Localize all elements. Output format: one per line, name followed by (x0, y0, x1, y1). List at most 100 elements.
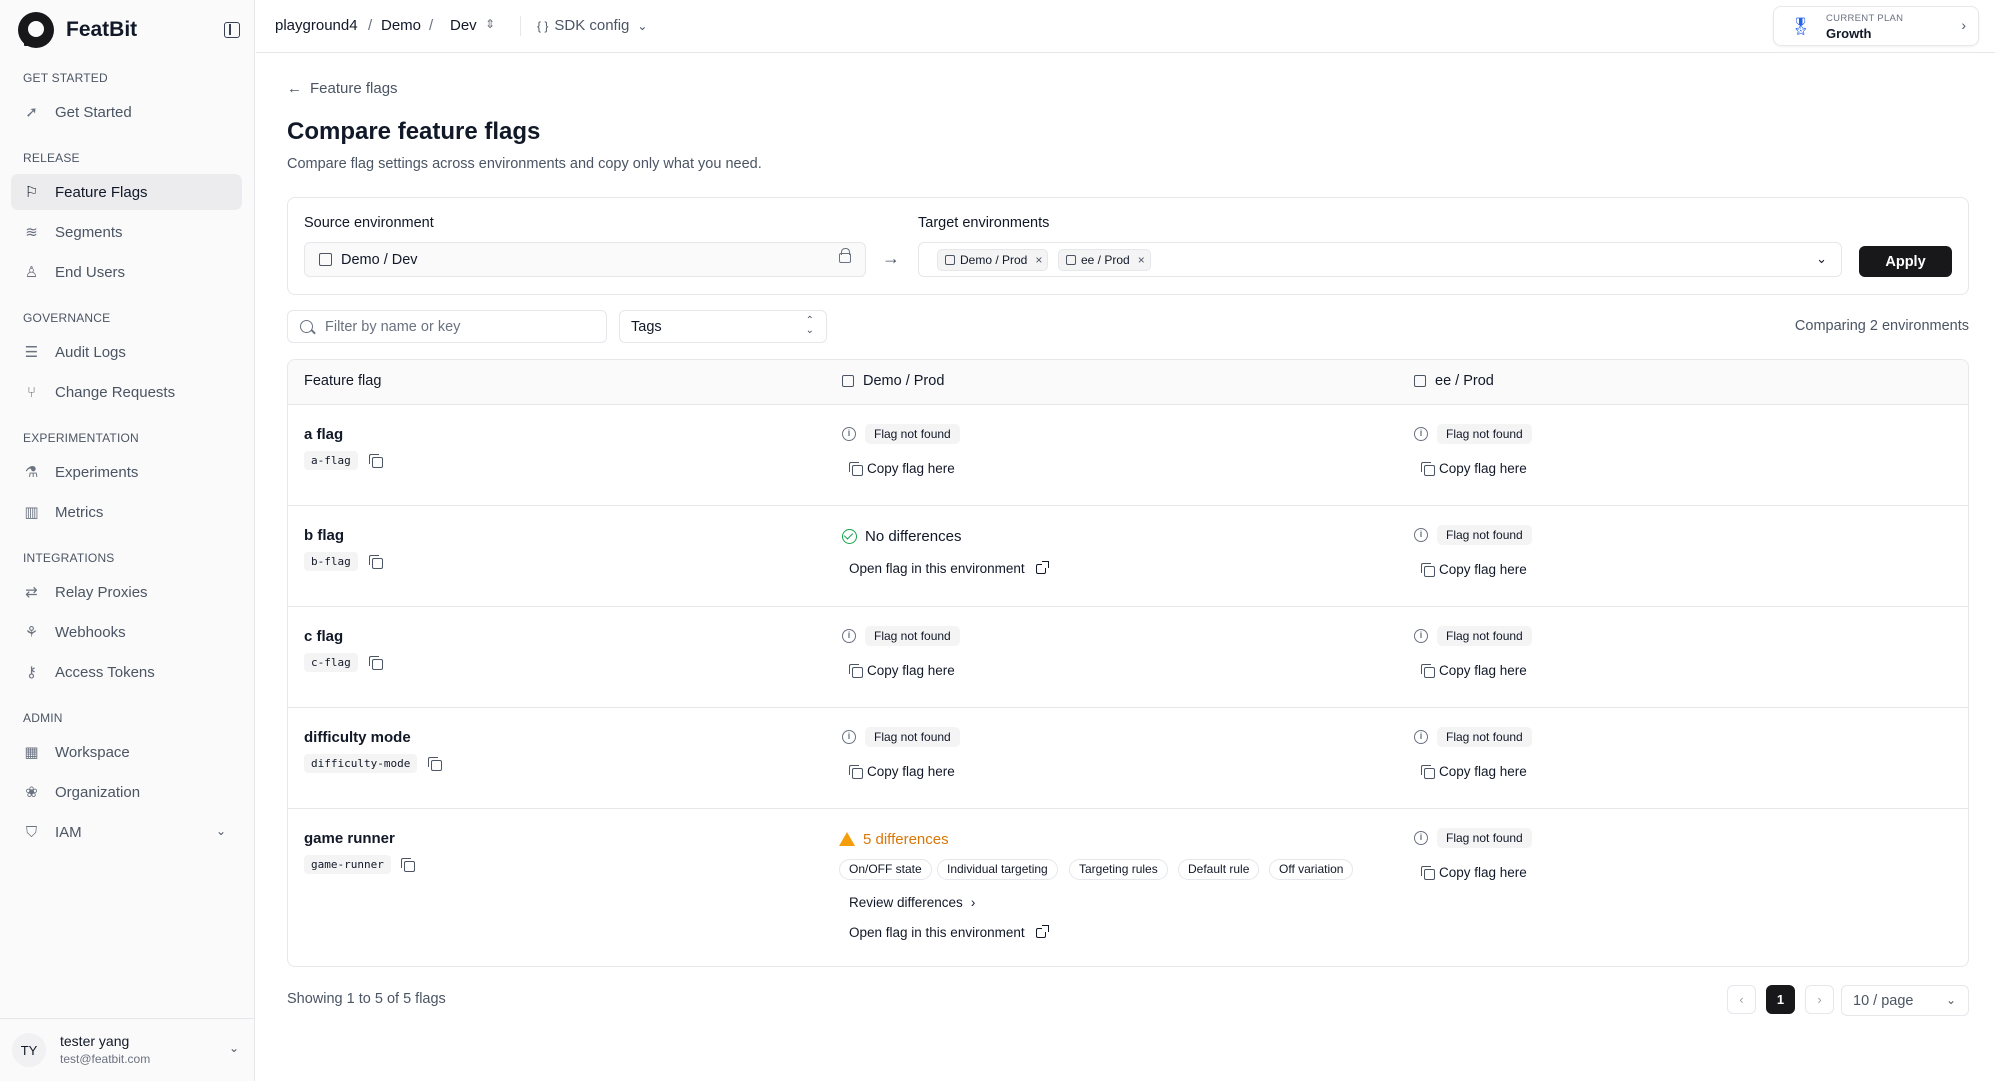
flag-name[interactable]: c flag (304, 628, 343, 645)
sidebar-item-metrics[interactable]: ▥ Metrics (11, 494, 242, 530)
back-link[interactable]: ← Feature flags (287, 80, 398, 97)
sidebar-toggle-icon[interactable] (224, 22, 240, 38)
section-experimentation: EXPERIMENTATION (23, 431, 139, 445)
breadcrumb-env-group[interactable]: Demo (381, 17, 421, 34)
flag-name[interactable]: game runner (304, 830, 395, 847)
sidebar-item-organization[interactable]: ❀ Organization (11, 774, 242, 810)
info-icon: i (842, 427, 856, 441)
copy-flag-button[interactable]: Copy flag here (1421, 865, 1527, 880)
webhook-icon: ⚘ (24, 623, 39, 641)
sidebar-item-label: Workspace (55, 743, 130, 761)
sidebar-item-label: Organization (55, 783, 141, 801)
relay-icon: ⇄ (25, 583, 38, 601)
sidebar-item-change-requests[interactable]: ⑂ Change Requests (11, 374, 242, 410)
page-size-select[interactable]: 10 / page ⌄ (1841, 985, 1969, 1016)
column-header: Demo / Prod (863, 373, 945, 389)
target-env-chip: ee / Prod × (1058, 249, 1151, 271)
shield-icon: ⛉ (25, 823, 38, 841)
cube-icon (945, 255, 955, 265)
copy-flag-button[interactable]: Copy flag here (849, 764, 955, 779)
copy-icon[interactable] (369, 555, 383, 569)
sidebar-item-feature-flags[interactable]: ⚐ Feature Flags (11, 174, 242, 210)
copy-icon[interactable] (401, 858, 415, 872)
open-flag-label: Open flag in this environment (849, 561, 1025, 576)
user-menu[interactable]: TY tester yang test@featbit.com ⌄ (0, 1018, 255, 1081)
cube-icon (319, 253, 332, 266)
breadcrumb-env[interactable]: Dev (450, 17, 477, 34)
apply-button[interactable]: Apply (1859, 246, 1952, 277)
sidebar-item-label: Get Started (55, 103, 132, 121)
page-button-current[interactable]: 1 (1766, 985, 1795, 1014)
sidebar-item-webhooks[interactable]: ⚘ Webhooks (11, 614, 242, 650)
sidebar-item-audit-logs[interactable]: ☰ Audit Logs (11, 334, 242, 370)
copy-icon (1421, 664, 1435, 678)
review-differences-link[interactable]: Review differences › (849, 895, 975, 910)
current-plan-card[interactable]: 🎖 CURRENT PLAN Growth › (1773, 6, 1979, 46)
flag-name[interactable]: difficulty mode (304, 729, 411, 746)
chevron-down-icon: ⌄ (1945, 993, 1956, 1007)
flag-key: a-flag (304, 451, 358, 470)
section-admin: ADMIN (23, 711, 63, 725)
external-link-icon (1036, 925, 1049, 938)
sidebar-item-workspace[interactable]: ▦ Workspace (11, 734, 242, 770)
breadcrumb-separator: / (429, 17, 434, 34)
flag-name[interactable]: a flag (304, 426, 343, 443)
copy-icon[interactable] (428, 757, 442, 771)
sidebar-item-segments[interactable]: ≋ Segments (11, 214, 242, 250)
sidebar-item-get-started[interactable]: ➚ Get Started (11, 94, 242, 130)
search-input[interactable]: Filter by name or key (287, 310, 607, 343)
sidebar-item-relay-proxies[interactable]: ⇄ Relay Proxies (11, 574, 242, 610)
copy-icon (1421, 462, 1435, 476)
not-found-badge: Flag not found (1437, 525, 1532, 545)
open-flag-link[interactable]: Open flag in this environment (849, 925, 1025, 940)
sidebar-item-iam[interactable]: ⛉ IAM ⌄ (11, 814, 242, 850)
info-icon: i (1414, 629, 1428, 643)
not-found-badge: Flag not found (1437, 828, 1532, 848)
chevron-down-icon[interactable]: ⌄ (1816, 251, 1827, 267)
sidebar-item-experiments[interactable]: ⚗ Experiments (11, 454, 242, 490)
sidebar-item-access-tokens[interactable]: ⚷ Access Tokens (11, 654, 242, 690)
prev-page-button[interactable]: ‹ (1727, 985, 1756, 1014)
copy-icon (849, 765, 863, 779)
copy-flag-label: Copy flag here (867, 663, 955, 678)
copy-icon (1421, 866, 1435, 880)
section-release: RELEASE (23, 151, 80, 165)
target-env-chip-label: Demo / Prod (960, 253, 1028, 267)
top-bar: playground4 / Demo / Dev ⇕ { } SDK config… (256, 0, 1995, 53)
open-flag-link[interactable]: Open flag in this environment (849, 561, 1025, 576)
chevron-down-icon: ⌄ (637, 19, 648, 33)
copy-flag-button[interactable]: Copy flag here (1421, 663, 1527, 678)
close-icon[interactable]: × (1035, 250, 1042, 270)
copy-flag-button[interactable]: Copy flag here (1421, 461, 1527, 476)
compare-table: Feature flag Demo / Prod ee / Prod a fla… (287, 359, 1969, 967)
tags-select[interactable]: Tags ⌃ ⌄ (619, 310, 827, 343)
copy-flag-label: Copy flag here (1439, 865, 1527, 880)
info-icon: i (842, 730, 856, 744)
table-header: Feature flag Demo / Prod ee / Prod (288, 360, 1968, 405)
copy-flag-button[interactable]: Copy flag here (1421, 764, 1527, 779)
avatar: TY (12, 1033, 46, 1067)
next-page-button[interactable]: › (1805, 985, 1834, 1014)
chevron-up-down-icon[interactable]: ⇕ (485, 17, 495, 31)
sdk-config-label: SDK config (554, 17, 630, 34)
search-placeholder: Filter by name or key (325, 319, 461, 335)
lock-icon (839, 248, 851, 263)
sidebar-item-end-users[interactable]: ♙ End Users (11, 254, 242, 290)
target-env-select[interactable]: Demo / Prod × ee / Prod × ⌄ (918, 242, 1842, 277)
sdk-config-menu[interactable]: { } SDK config ⌄ (537, 17, 647, 34)
copy-flag-button[interactable]: Copy flag here (1421, 562, 1527, 577)
flag-name[interactable]: b flag (304, 527, 344, 544)
source-env-label: Source environment (304, 215, 434, 231)
breadcrumb-separator: / (368, 17, 373, 34)
close-icon[interactable]: × (1138, 250, 1145, 270)
sidebar-item-label: End Users (55, 263, 126, 281)
table-row: game runner game-runner 5 differences On… (288, 809, 1968, 966)
column-header: ee / Prod (1435, 373, 1494, 389)
copy-flag-button[interactable]: Copy flag here (849, 663, 955, 678)
logo[interactable]: FeatBit (18, 12, 240, 48)
copy-icon[interactable] (369, 454, 383, 468)
copy-flag-button[interactable]: Copy flag here (849, 461, 955, 476)
breadcrumb-project[interactable]: playground4 (275, 17, 358, 34)
copy-icon[interactable] (369, 656, 383, 670)
plan-value: Growth (1826, 26, 1872, 41)
